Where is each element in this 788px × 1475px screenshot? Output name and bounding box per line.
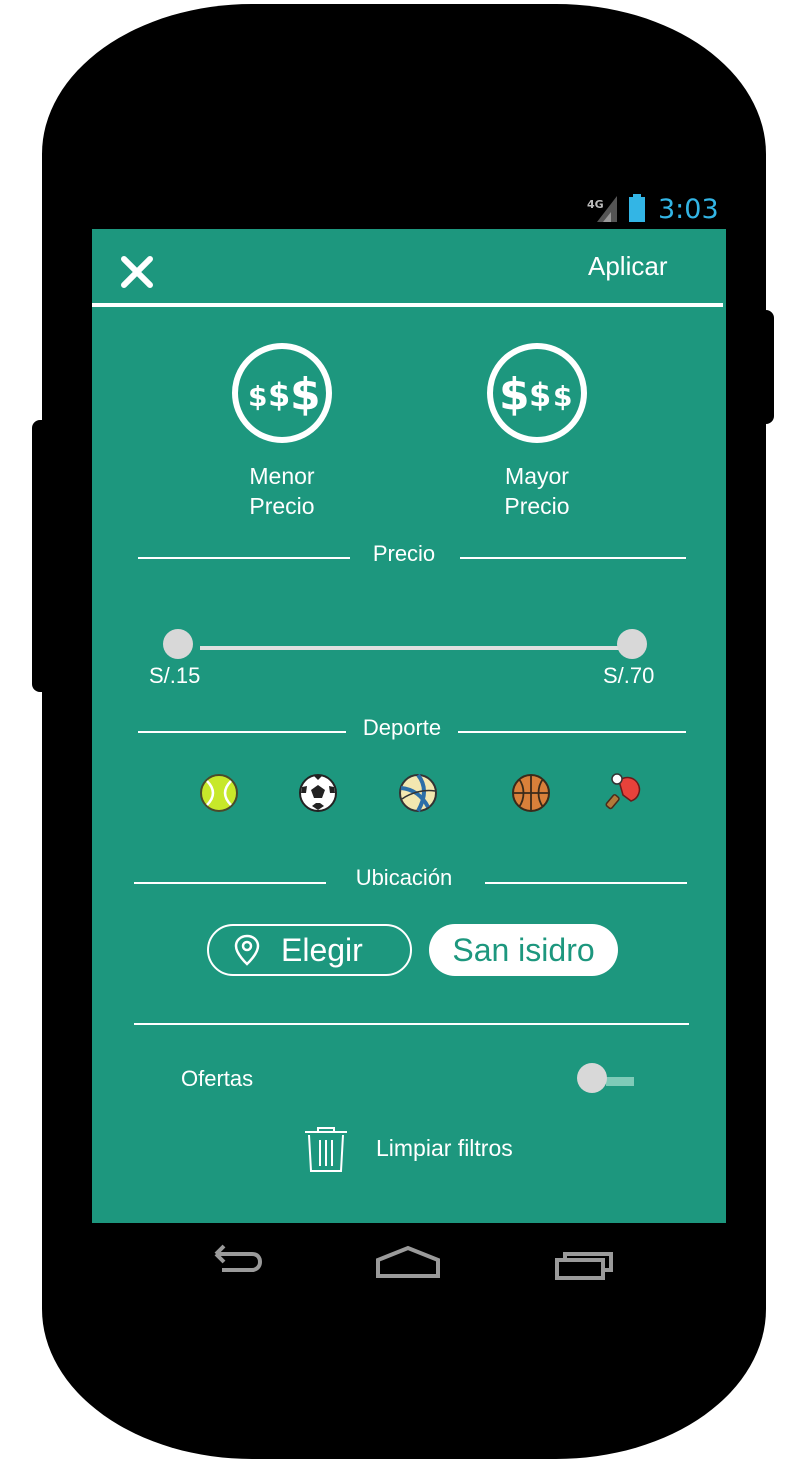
phone-side-button-right: [750, 310, 774, 424]
phone-side-button-left: [32, 420, 56, 692]
svg-text:$: $: [529, 376, 551, 414]
divider: [460, 557, 686, 559]
home-icon[interactable]: [374, 1240, 444, 1284]
sport-section-title: Deporte: [362, 715, 442, 740]
svg-text:$: $: [553, 380, 572, 413]
filter-header: Aplicar: [92, 229, 723, 307]
offers-toggle[interactable]: [577, 1063, 607, 1093]
close-icon[interactable]: [120, 255, 154, 289]
sort-highest-price-option[interactable]: $ $ $ Mayor Precio: [467, 343, 607, 521]
sort-highest-label-2: Precio: [504, 493, 570, 519]
clear-filters-button[interactable]: Limpiar filtros: [302, 1126, 542, 1174]
price-min-label: S/.15: [149, 663, 201, 688]
svg-text:$: $: [290, 369, 321, 420]
location-section-title: Ubicación: [355, 865, 453, 890]
divider: [138, 557, 350, 559]
battery-icon: [629, 197, 645, 222]
status-time: 3:03: [658, 194, 719, 225]
svg-text:$: $: [499, 369, 530, 420]
trash-icon: [305, 1127, 347, 1172]
price-max-handle[interactable]: [617, 629, 647, 659]
sort-lowest-price-option[interactable]: $ $ $ Menor Precio: [212, 343, 352, 521]
divider: [458, 731, 686, 733]
price-range-track[interactable]: [200, 646, 630, 650]
tennis-ball-icon[interactable]: [199, 773, 239, 813]
svg-text:$: $: [248, 380, 267, 413]
recent-apps-icon[interactable]: [553, 1240, 619, 1284]
dollar-low-icon: $ $ $: [232, 343, 332, 443]
ping-pong-icon[interactable]: [605, 771, 645, 811]
location-pin-icon: [234, 934, 260, 966]
clear-filters-label: Limpiar filtros: [376, 1135, 513, 1161]
soccer-ball-icon[interactable]: [298, 773, 338, 813]
sort-lowest-label-2: Precio: [249, 493, 315, 519]
price-max-label: S/.70: [603, 663, 655, 688]
choose-location-label: Elegir: [281, 931, 363, 968]
choose-location-button[interactable]: Elegir: [207, 924, 412, 976]
apply-button[interactable]: Aplicar: [588, 251, 667, 282]
offers-toggle-track[interactable]: [606, 1077, 634, 1086]
divider: [134, 1023, 689, 1025]
volleyball-icon[interactable]: [398, 773, 438, 813]
dollar-high-icon: $ $ $: [487, 343, 587, 443]
sort-lowest-label-1: Menor: [249, 463, 315, 489]
sort-highest-label-1: Mayor: [505, 463, 569, 489]
selected-location-chip[interactable]: San isidro: [429, 924, 618, 976]
network-type-icon: 4G: [587, 198, 604, 211]
selected-location-label: San isidro: [452, 931, 595, 968]
basketball-icon[interactable]: [511, 773, 551, 813]
back-icon[interactable]: [202, 1240, 266, 1280]
filter-screen: Aplicar $ $ $ Menor Precio $ $ $ Mayor P…: [92, 229, 726, 1223]
divider: [485, 882, 687, 884]
price-min-handle[interactable]: [163, 629, 193, 659]
divider: [138, 731, 346, 733]
price-section-title: Precio: [372, 541, 436, 566]
offers-label: Ofertas: [181, 1066, 254, 1091]
svg-text:$: $: [268, 376, 290, 414]
divider: [134, 882, 326, 884]
